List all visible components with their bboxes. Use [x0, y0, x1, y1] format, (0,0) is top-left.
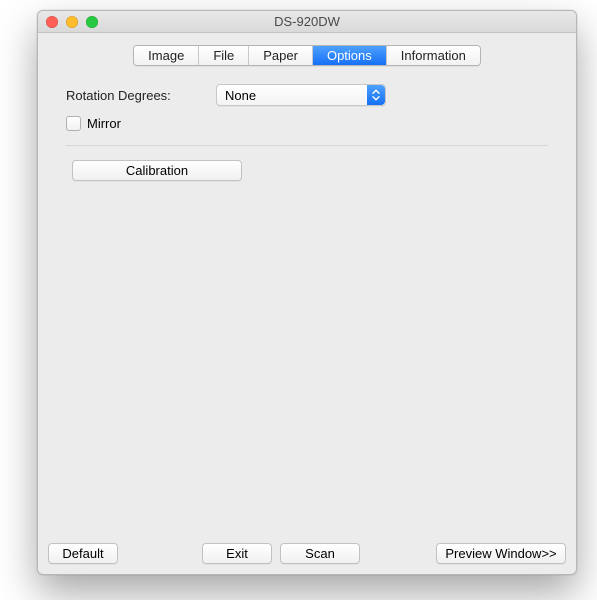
calibration-row: Calibration [72, 160, 548, 181]
titlebar: DS-920DW [38, 11, 576, 33]
preview-window-button[interactable]: Preview Window>> [436, 543, 566, 564]
calibration-label: Calibration [126, 163, 188, 178]
rotation-select[interactable]: None [216, 84, 386, 106]
window-title: DS-920DW [38, 14, 576, 29]
minimize-icon[interactable] [66, 16, 78, 28]
default-button[interactable]: Default [48, 543, 118, 564]
exit-button[interactable]: Exit [202, 543, 272, 564]
scan-label: Scan [305, 546, 335, 561]
options-panel: Rotation Degrees: None Mirror Calibratio… [38, 66, 576, 535]
divider [66, 145, 548, 146]
mirror-label: Mirror [87, 116, 121, 131]
close-icon[interactable] [46, 16, 58, 28]
bottom-bar: Default Exit Scan Preview Window>> [38, 535, 576, 574]
tab-paper[interactable]: Paper [249, 46, 313, 65]
traffic-lights [46, 16, 98, 28]
rotation-label: Rotation Degrees: [66, 88, 216, 103]
segmented-control: Image File Paper Options Information [133, 45, 481, 66]
mirror-row: Mirror [66, 116, 548, 131]
rotation-row: Rotation Degrees: None [66, 84, 548, 106]
calibration-button[interactable]: Calibration [72, 160, 242, 181]
exit-label: Exit [226, 546, 248, 561]
tab-bar: Image File Paper Options Information [38, 45, 576, 66]
chevron-up-down-icon [367, 85, 385, 105]
default-label: Default [62, 546, 103, 561]
scanner-settings-window: DS-920DW Image File Paper Options Inform… [37, 10, 577, 575]
tab-image[interactable]: Image [134, 46, 199, 65]
tab-information[interactable]: Information [387, 46, 480, 65]
mirror-checkbox[interactable] [66, 116, 81, 131]
preview-label: Preview Window>> [445, 546, 556, 561]
tab-options[interactable]: Options [313, 46, 387, 65]
rotation-value: None [225, 88, 256, 103]
scan-button[interactable]: Scan [280, 543, 360, 564]
tab-file[interactable]: File [199, 46, 249, 65]
zoom-icon[interactable] [86, 16, 98, 28]
